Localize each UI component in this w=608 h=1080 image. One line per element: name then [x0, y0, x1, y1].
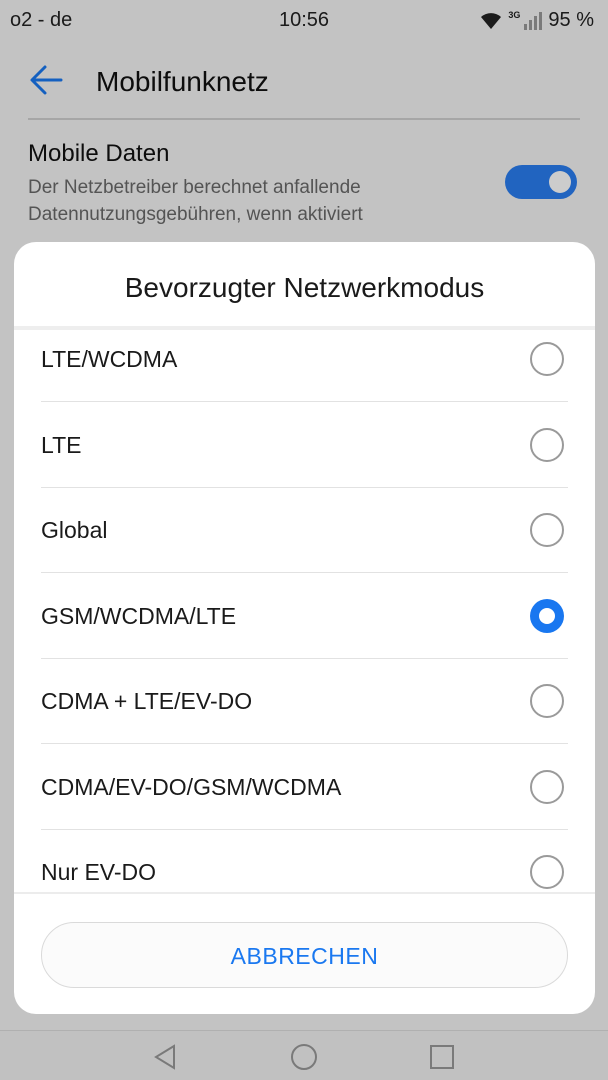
network-mode-option[interactable]: LTE — [14, 403, 595, 488]
option-label: Global — [41, 517, 108, 543]
network-mode-option[interactable]: LTE/WCDMA — [14, 330, 595, 402]
option-label: GSM/WCDMA/LTE — [41, 602, 237, 629]
option-label: LTE/WCDMA — [41, 346, 178, 372]
network-mode-option[interactable]: Nur EV-DO — [14, 830, 595, 892]
dialog-footer-divider — [14, 892, 595, 894]
option-label: CDMA + LTE/EV-DO — [41, 688, 253, 714]
option-label: Nur EV-DO — [41, 859, 157, 885]
radio-selected[interactable] — [530, 598, 564, 633]
option-list[interactable]: LTE/WCDMA LTE Global GSM/WCDMA/LTE CDMA + LT… — [14, 330, 595, 892]
radio-unselected[interactable] — [530, 513, 564, 547]
radio-unselected[interactable] — [530, 769, 564, 804]
option-label: LTE — [41, 431, 82, 458]
radio-unselected[interactable] — [530, 342, 564, 376]
network-mode-option[interactable]: Global — [14, 488, 595, 573]
radio-unselected[interactable] — [530, 855, 564, 889]
radio-unselected[interactable] — [530, 427, 564, 462]
option-label: CDMA/EV-DO/GSM/WCDMA — [41, 773, 342, 800]
network-mode-option[interactable]: CDMA/EV-DO/GSM/WCDMA — [14, 745, 595, 830]
dialog-title: Bevorzugter Netzwerkmodus — [124, 272, 485, 303]
network-mode-dialog: Bevorzugter Netzwerkmodus LTE/WCDMA LTE Gl… — [14, 242, 595, 1014]
radio-unselected[interactable] — [530, 684, 564, 718]
network-mode-option[interactable]: GSM/WCDMA/LTE — [14, 574, 595, 659]
cancel-button[interactable]: ABBRECHEN — [41, 922, 568, 988]
network-mode-option[interactable]: CDMA + LTE/EV-DO — [14, 659, 595, 744]
